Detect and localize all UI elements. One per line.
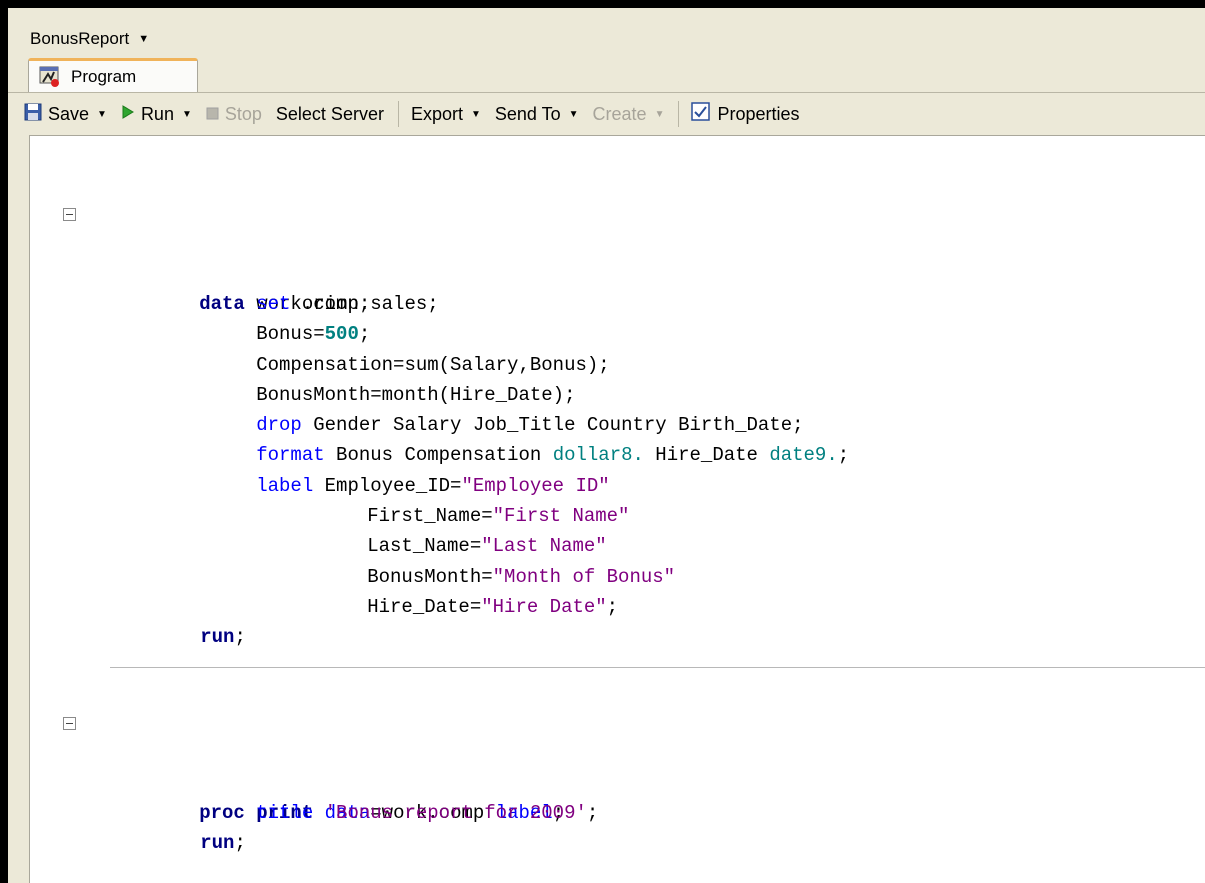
chevron-down-icon: ▼ <box>138 33 150 45</box>
code-line: format Bonus Compensation dollar8. Hire_… <box>256 444 850 466</box>
select-server-button[interactable]: Select Server <box>276 104 384 125</box>
code-line: title 'Bonus report for 2009'; <box>256 802 599 824</box>
code-line: run; <box>200 626 246 648</box>
collapse-icon[interactable] <box>63 717 76 730</box>
chevron-down-icon: ▼ <box>181 108 192 120</box>
select-server-label: Select Server <box>275 103 384 124</box>
create-button[interactable]: Create ▼ <box>593 104 665 125</box>
program-toolbar: Save ▼ Run ▼ Stop Select Server Export ▼… <box>8 93 1205 135</box>
tab-label: Program <box>71 66 137 86</box>
properties-checkbox-icon <box>691 101 711 127</box>
stop-button[interactable]: Stop <box>206 104 262 125</box>
toolbar-separator <box>397 101 399 127</box>
code-line: Compensation=sum(Salary,Bonus); <box>256 354 610 376</box>
code-editor[interactable]: data work.comp; set orion.sales; Bonus=5… <box>29 135 1205 883</box>
tab-program[interactable]: Program <box>28 58 198 92</box>
stop-icon <box>206 104 219 125</box>
code-line: BonusMonth=month(Hire_Date); <box>256 384 576 406</box>
collapse-icon[interactable] <box>63 208 76 221</box>
properties-button[interactable]: Properties <box>691 101 800 127</box>
code-line: label Employee_ID="Employee ID" <box>256 475 610 497</box>
program-icon <box>39 66 61 88</box>
create-label: Create <box>592 103 647 124</box>
toolbar-separator <box>678 101 680 127</box>
run-button[interactable]: Run ▼ <box>121 104 192 125</box>
export-button[interactable]: Export ▼ <box>411 104 481 125</box>
properties-label: Properties <box>717 103 800 124</box>
code-line: run; <box>200 832 246 854</box>
chevron-down-icon: ▼ <box>654 108 665 120</box>
code-line: proc print data=work.comp label; <box>30 708 1205 824</box>
save-button[interactable]: Save ▼ <box>24 103 107 126</box>
play-icon <box>121 104 135 125</box>
run-label: Run <box>140 103 174 124</box>
stop-label: Stop <box>224 103 262 124</box>
code-line: First_Name="First Name" <box>367 505 630 527</box>
export-label: Export <box>410 103 463 124</box>
code-line: data work.comp; <box>30 199 1205 315</box>
code-line: Last_Name="Last Name" <box>367 535 607 557</box>
chevron-down-icon: ▼ <box>568 108 579 120</box>
chevron-down-icon: ▼ <box>97 108 107 120</box>
project-title: BonusReport <box>30 29 130 48</box>
sas-enterprise-guide-window: BonusReport ▼ Program Save ▼ Run ▼ Stop … <box>8 8 1205 883</box>
send-to-label: Send To <box>494 103 561 124</box>
code-line: set orion.sales; <box>256 293 439 315</box>
project-title-dropdown[interactable]: BonusReport ▼ <box>8 8 1205 58</box>
chevron-down-icon: ▼ <box>470 108 481 120</box>
code-line: Hire_Date="Hire Date"; <box>367 596 619 618</box>
code-line: drop Gender Salary Job_Title Country Bir… <box>256 414 804 436</box>
send-to-button[interactable]: Send To ▼ <box>495 104 579 125</box>
floppy-disk-icon <box>24 103 42 126</box>
step-divider <box>110 667 1205 668</box>
save-label: Save <box>48 103 90 124</box>
code-line: BonusMonth="Month of Bonus" <box>367 566 676 588</box>
tab-strip: Program <box>8 58 1205 93</box>
code-line: Bonus=500; <box>256 323 371 345</box>
